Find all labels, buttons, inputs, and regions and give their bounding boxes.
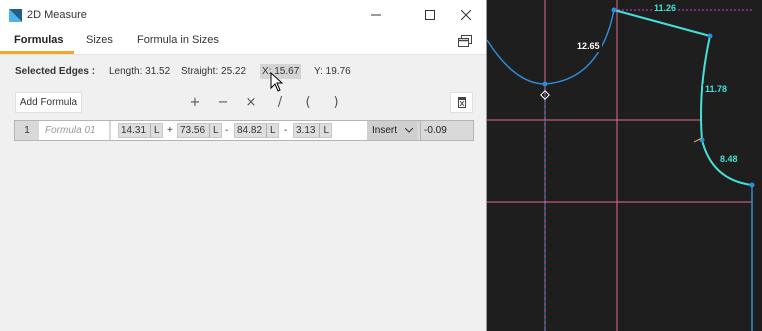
term-value: 84.82 bbox=[237, 125, 263, 136]
minimize-icon bbox=[371, 14, 381, 16]
window-title: 2D Measure bbox=[27, 9, 87, 21]
chevron-down-icon bbox=[405, 128, 413, 133]
formula-name-input[interactable]: Formula 01 bbox=[39, 121, 109, 140]
term-unit: L bbox=[319, 124, 329, 137]
operator-minus-button[interactable]: − bbox=[213, 92, 233, 113]
pattern-node bbox=[611, 7, 617, 13]
formula-operator: + bbox=[167, 125, 173, 136]
formula-result: -0.09 bbox=[420, 121, 473, 140]
formula-operator: - bbox=[225, 125, 229, 136]
tab-formula-in-sizes[interactable]: Formula in Sizes bbox=[123, 30, 233, 51]
formula-term[interactable]: 73.56 L bbox=[177, 123, 222, 138]
mouse-pointer-icon bbox=[270, 72, 283, 92]
measure-label-neckline: 12.65 bbox=[575, 41, 602, 52]
formula-term[interactable]: 84.82 L bbox=[234, 123, 279, 138]
formula-row[interactable]: 1 Formula 01 14.31 L + 73.56 L - 84.82 L - … bbox=[14, 120, 474, 141]
operator-plus-button[interactable]: + bbox=[185, 92, 205, 113]
term-unit: L bbox=[266, 124, 276, 137]
term-unit: L bbox=[209, 124, 219, 137]
measure-label-armhole-lower: 8.48 bbox=[718, 154, 740, 165]
term-value: 73.56 bbox=[180, 125, 206, 136]
straight-value: Straight: 25.22 bbox=[181, 66, 247, 77]
tab-sizes[interactable]: Sizes bbox=[72, 30, 127, 51]
formula-term[interactable]: 3.13 L bbox=[293, 123, 333, 138]
pattern-node bbox=[749, 182, 755, 188]
pattern-node bbox=[542, 81, 548, 87]
formula-index: 1 bbox=[24, 125, 30, 136]
add-formula-button[interactable]: Add Formula bbox=[15, 92, 82, 113]
term-unit: L bbox=[150, 124, 160, 137]
maximize-icon bbox=[425, 10, 435, 20]
operator-open-paren-button[interactable]: ( bbox=[298, 92, 318, 113]
term-value: 14.31 bbox=[121, 125, 147, 136]
close-button[interactable] bbox=[444, 0, 488, 30]
delete-formula-button[interactable] bbox=[450, 92, 473, 113]
measure-label-shoulder: 11.26 bbox=[652, 3, 679, 14]
selected-edges-label: Selected Edges : bbox=[15, 66, 96, 77]
title-bar[interactable]: 2D Measure bbox=[0, 0, 486, 30]
pattern-node bbox=[707, 33, 713, 39]
y-value[interactable]: Y: 19.76 bbox=[314, 65, 351, 78]
delete-icon bbox=[457, 97, 466, 108]
operator-multiply-button[interactable]: × bbox=[241, 92, 261, 113]
tab-bar: Formulas Sizes Formula in Sizes bbox=[0, 30, 486, 55]
operator-close-paren-button[interactable]: ) bbox=[326, 92, 346, 113]
insert-dropdown[interactable]: Insert bbox=[367, 121, 417, 140]
operator-divide-button[interactable]: / bbox=[270, 92, 290, 113]
formula-operator: - bbox=[284, 125, 288, 136]
measure-label-armhole-upper: 11.78 bbox=[703, 84, 730, 95]
insert-label: Insert bbox=[372, 125, 398, 136]
length-value: Length: 31.52 bbox=[109, 66, 171, 77]
formula-term[interactable]: 14.31 L bbox=[118, 123, 163, 138]
tab-formulas[interactable]: Formulas bbox=[0, 30, 74, 54]
minimize-button[interactable] bbox=[354, 0, 398, 30]
app-logo-icon bbox=[9, 9, 22, 22]
close-icon bbox=[461, 10, 471, 20]
measure-dialog: 2D Measure Formulas Sizes Formula in Siz… bbox=[0, 0, 487, 331]
formula-expression[interactable]: 14.31 L + 73.56 L - 84.82 L - 3.13 L bbox=[111, 121, 379, 140]
term-value: 3.13 bbox=[296, 125, 316, 136]
undock-window-icon[interactable] bbox=[458, 35, 472, 47]
